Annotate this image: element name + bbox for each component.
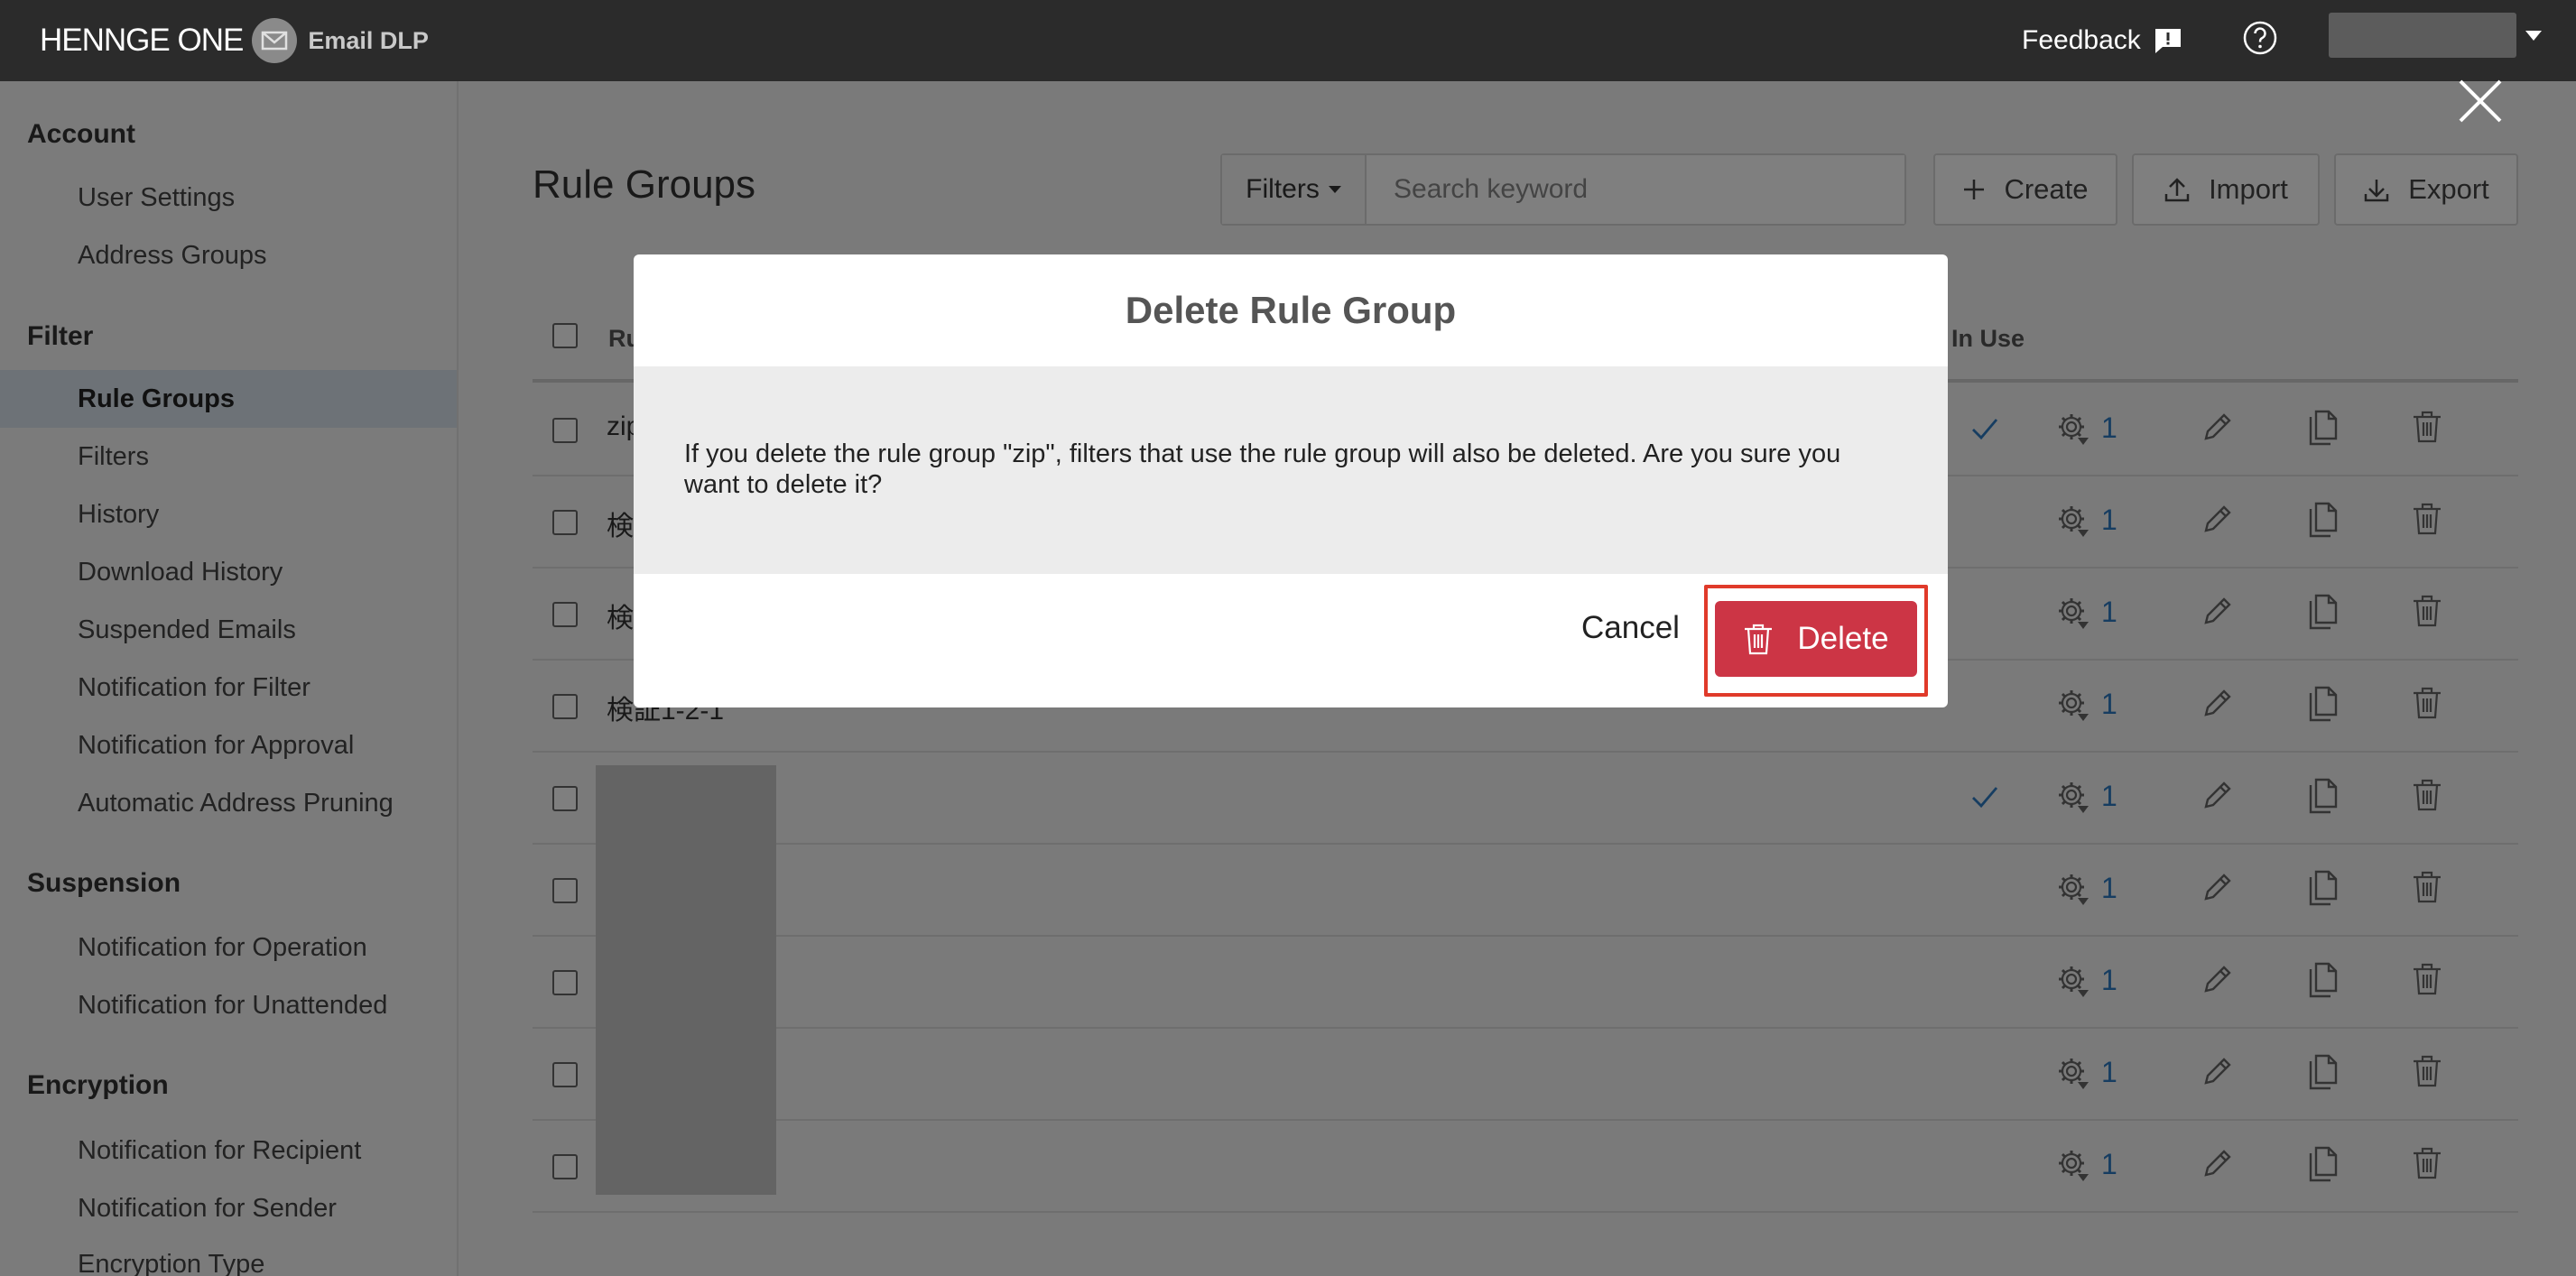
logo[interactable]: HENNGE ONE Email DLP <box>40 18 429 63</box>
logo-text: HENNGE ONE <box>40 23 244 58</box>
mail-icon <box>252 18 298 63</box>
delete-button[interactable]: Delete <box>1715 601 1917 677</box>
close-icon[interactable] <box>2457 78 2504 125</box>
top-bar: HENNGE ONE Email DLP Feedback <box>0 0 2576 81</box>
help-icon[interactable] <box>2242 20 2278 56</box>
user-menu[interactable] <box>2329 13 2516 58</box>
dialog-message: If you delete the rule group "zip", filt… <box>634 366 1948 574</box>
feedback-link[interactable]: Feedback <box>2022 20 2182 61</box>
cancel-button[interactable]: Cancel <box>1581 610 1680 646</box>
feedback-label: Feedback <box>2022 25 2141 55</box>
trash-icon <box>1745 624 1773 655</box>
delete-label: Delete <box>1797 621 1889 656</box>
product-name: Email DLP <box>308 26 429 54</box>
chevron-down-icon[interactable] <box>2525 31 2542 41</box>
dialog-title: Delete Rule Group <box>1125 289 1457 331</box>
feedback-icon <box>2154 29 2181 53</box>
